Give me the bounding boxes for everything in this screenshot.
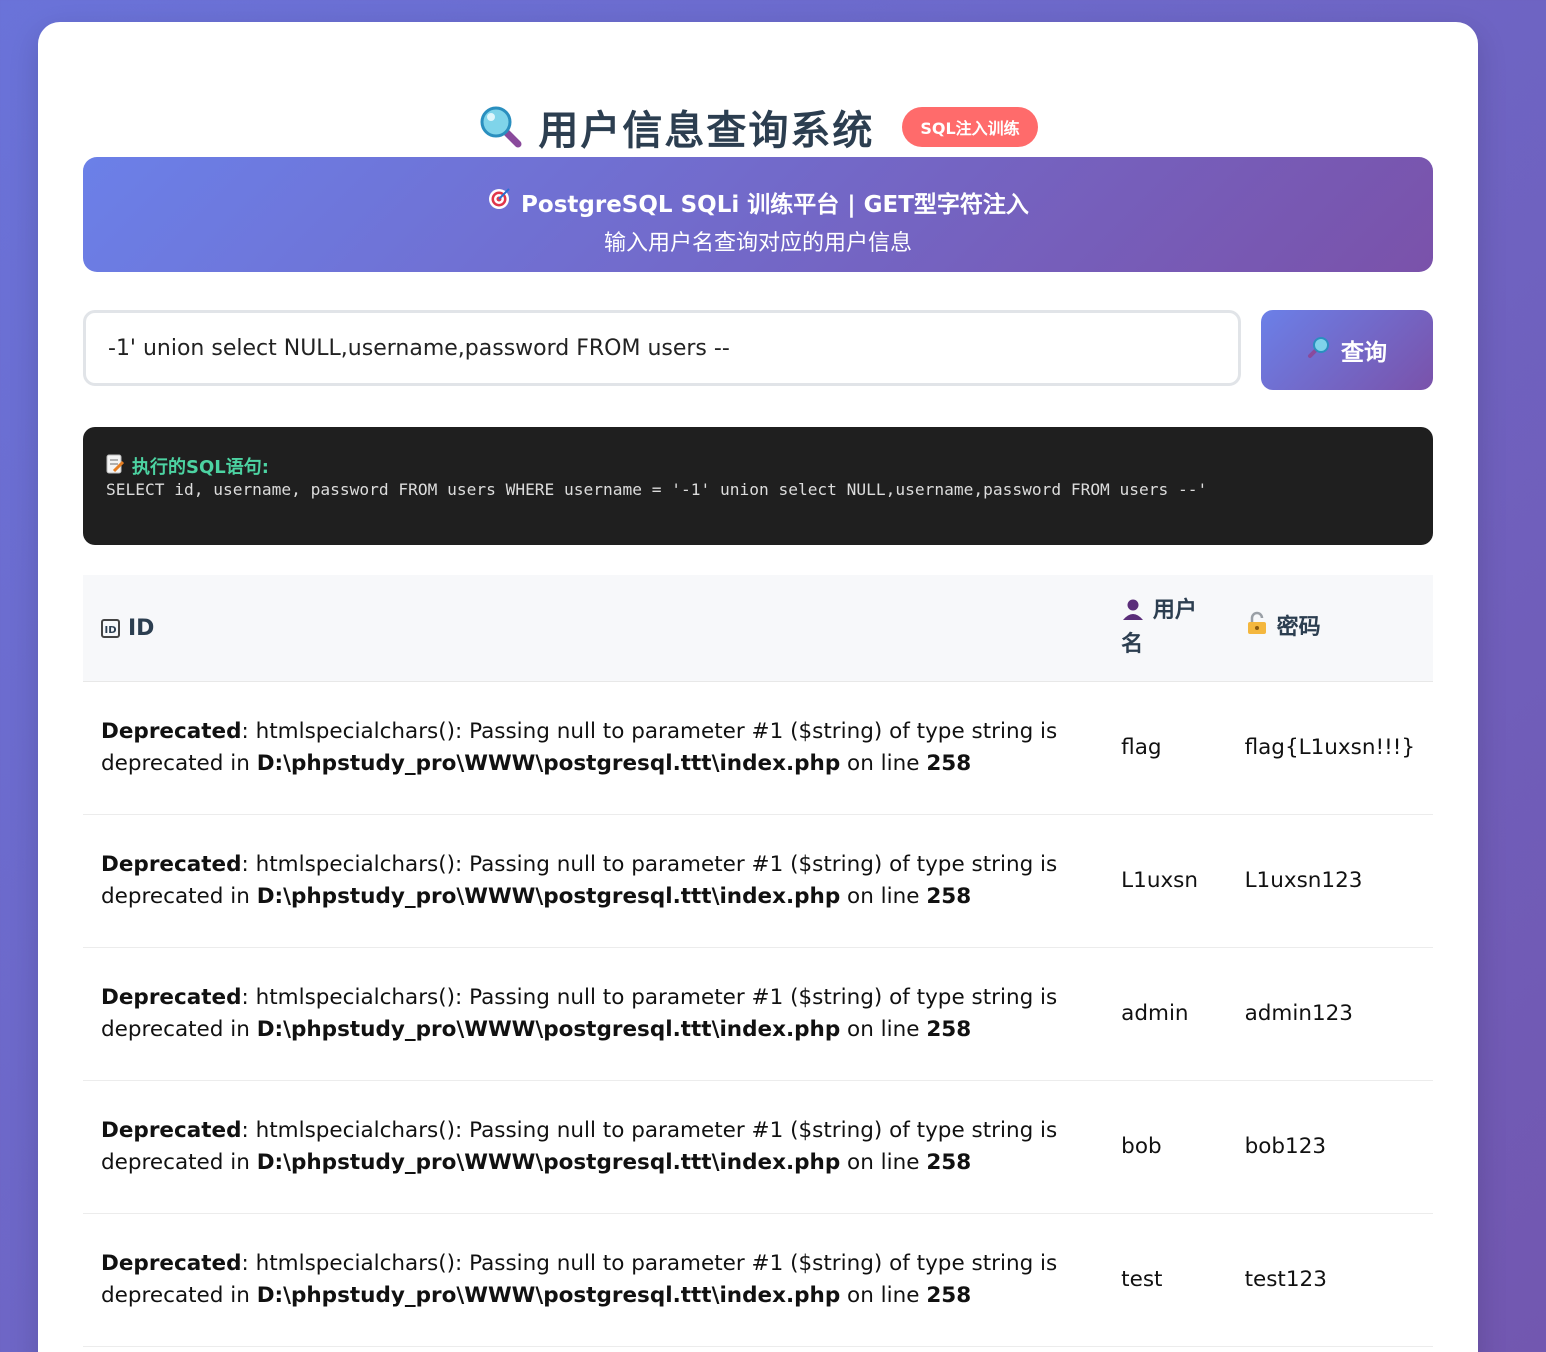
table-row: Deprecated: htmlspecialchars(): Passing …	[83, 814, 1433, 948]
results-table: ID ID 用户名 密码 Deprecated: htmlspecialchar…	[83, 575, 1433, 1347]
sql-label: 执行的SQL语句:	[132, 457, 269, 478]
id-cell: Deprecated: htmlspecialchars(): Passing …	[83, 681, 1104, 815]
password-cell: flag{L1uxsn!!!}	[1226, 681, 1433, 815]
password-cell: bob123	[1226, 1080, 1433, 1214]
column-header-id: ID ID	[83, 575, 1104, 682]
username-cell: admin	[1103, 947, 1227, 1081]
sql-label-row: 执行的SQL语句:	[106, 453, 1410, 479]
id-cell: Deprecated: htmlspecialchars(): Passing …	[83, 1213, 1104, 1347]
sqli-training-badge: SQL注入训练	[902, 107, 1038, 147]
memo-icon	[106, 454, 125, 479]
main-card: 用户信息查询系统 SQL注入训练 PostgreSQL SQLi 训练平台 | …	[38, 22, 1478, 1352]
username-search-input[interactable]	[83, 310, 1241, 386]
banner-title-row: PostgreSQL SQLi 训练平台 | GET型字符注入	[83, 185, 1433, 219]
table-row: Deprecated: htmlspecialchars(): Passing …	[83, 1213, 1433, 1347]
id-cell: Deprecated: htmlspecialchars(): Passing …	[83, 947, 1104, 1081]
banner-subtitle: 输入用户名查询对应的用户信息	[603, 231, 912, 256]
column-header-password: 密码	[1226, 575, 1433, 682]
sql-statement: SELECT id, username, password FROM users…	[106, 480, 1208, 499]
banner-title: PostgreSQL SQLi 训练平台 | GET型字符注入	[521, 192, 1029, 218]
lock-icon	[1245, 611, 1269, 646]
username-cell: bob	[1103, 1080, 1227, 1214]
query-button-label: 查询	[1341, 340, 1387, 366]
table-row: Deprecated: htmlspecialchars(): Passing …	[83, 681, 1433, 815]
page-header: 用户信息查询系统 SQL注入训练	[38, 96, 1478, 158]
id-icon: ID	[101, 619, 120, 639]
query-button[interactable]: 查询	[1261, 310, 1433, 390]
table-row: Deprecated: htmlspecialchars(): Passing …	[83, 947, 1433, 1081]
search-icon	[1307, 335, 1331, 365]
table-header-row: ID ID 用户名 密码	[83, 575, 1433, 682]
user-icon	[1121, 598, 1153, 623]
column-header-username: 用户名	[1103, 575, 1227, 682]
username-cell: flag	[1103, 681, 1227, 815]
target-icon	[487, 187, 511, 217]
executed-sql-panel: 执行的SQL语句: SELECT id, username, password …	[83, 427, 1433, 545]
password-cell: L1uxsn123	[1226, 814, 1433, 948]
username-cell: test	[1103, 1213, 1227, 1347]
page-title: 用户信息查询系统	[538, 108, 875, 154]
table-row: Deprecated: htmlspecialchars(): Passing …	[83, 1080, 1433, 1214]
id-cell: Deprecated: htmlspecialchars(): Passing …	[83, 1080, 1104, 1214]
id-cell: Deprecated: htmlspecialchars(): Passing …	[83, 814, 1104, 948]
password-cell: test123	[1226, 1213, 1433, 1347]
magnifier-icon	[478, 104, 524, 150]
username-cell: L1uxsn	[1103, 814, 1227, 948]
info-banner: PostgreSQL SQLi 训练平台 | GET型字符注入 输入用户名查询对…	[83, 157, 1433, 272]
password-cell: admin123	[1226, 947, 1433, 1081]
